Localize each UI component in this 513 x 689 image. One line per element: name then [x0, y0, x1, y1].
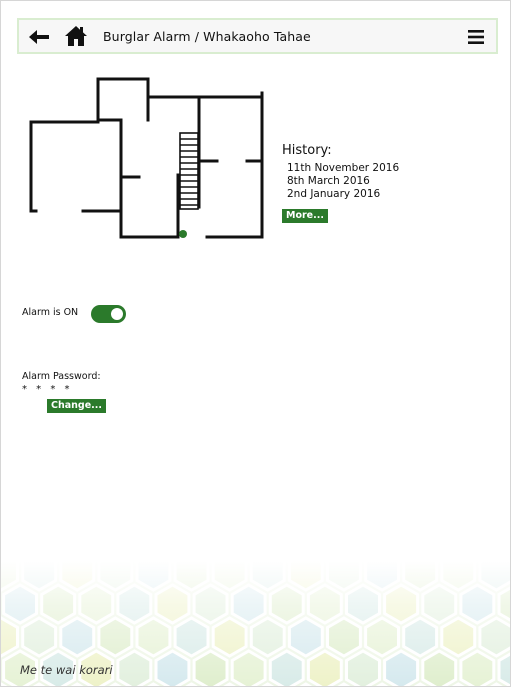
alarm-status-label: Alarm is ON: [22, 307, 79, 318]
history-entry: 11th November 2016: [287, 162, 400, 174]
history-entry: 8th March 2016: [287, 175, 370, 187]
history-entry: 2nd January 2016: [287, 188, 381, 200]
top-bar: Burglar Alarm / Whakaoho Tahae: [17, 18, 498, 54]
floor-plan-wall: [96, 77, 150, 122]
password-masked-value: * * * *: [22, 384, 73, 395]
hamburger-menu-icon[interactable]: [467, 28, 485, 46]
alarm-toggle[interactable]: [91, 305, 126, 323]
staircase: [179, 132, 199, 210]
footer-text: Me te wai korari: [20, 663, 113, 677]
more-history-button[interactable]: More...: [282, 209, 328, 223]
password-label: Alarm Password:: [22, 371, 101, 382]
toggle-knob: [111, 308, 123, 320]
change-password-button[interactable]: Change...: [47, 399, 106, 413]
history-title: History:: [282, 143, 332, 158]
page-title: Burglar Alarm / Whakaoho Tahae: [103, 29, 311, 44]
sensor-dot: [179, 230, 187, 238]
arrow-left-icon[interactable]: [27, 25, 51, 49]
floor-plan: [29, 77, 264, 239]
home-icon[interactable]: [64, 24, 88, 48]
history-panel: History: 11th November 2016 8th March 20…: [282, 143, 399, 201]
app-frame: Burglar Alarm / Whakaoho Tahae History: …: [0, 0, 511, 687]
history-list: 11th November 2016 8th March 2016 2nd Ja…: [282, 162, 399, 201]
